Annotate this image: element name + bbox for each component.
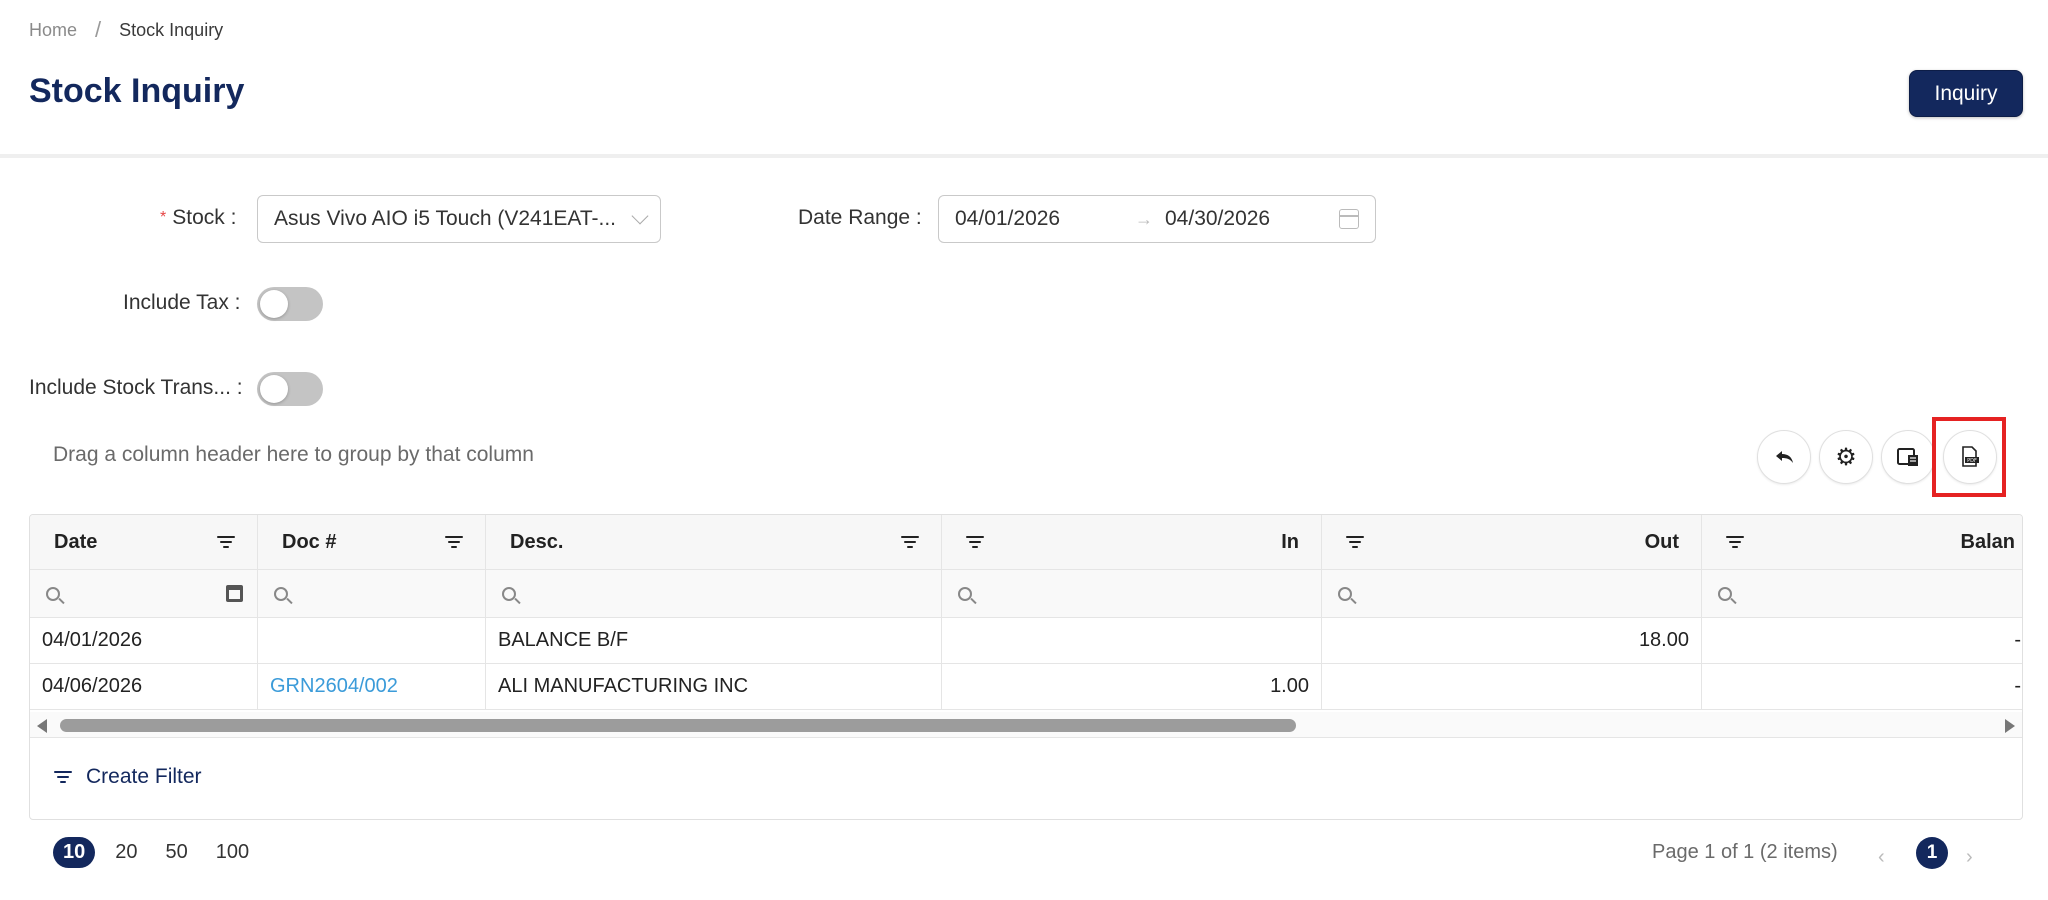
horizontal-scrollbar[interactable] [30,712,2022,738]
data-grid: Date Doc # Desc. In Out Balan 04/01/2026… [29,514,2023,820]
header-divider [0,154,2048,158]
filter-cell-balance[interactable] [1702,570,2022,617]
filter-cell-in[interactable] [942,570,1322,617]
create-filter-button[interactable]: Create Filter [54,765,202,789]
date-from-input[interactable]: 04/01/2026 [955,207,1135,231]
date-range-label: Date Range : [798,206,922,229]
highlight-box [1932,417,2006,497]
arrow-right-icon: → [1135,208,1153,229]
page-number-current[interactable]: 1 [1916,837,1948,869]
scroll-left-icon[interactable] [37,719,47,733]
column-header-doc[interactable]: Doc # [258,515,486,569]
cell-in: 1.00 [942,664,1322,709]
gear-icon: ⚙ [1835,443,1857,471]
undo-button[interactable] [1757,430,1811,484]
next-page-icon[interactable]: › [1966,846,1973,869]
breadcrumb-separator: / [95,17,102,42]
calendar-icon[interactable] [1339,209,1359,229]
page-size-option[interactable]: 100 [208,837,257,868]
include-stock-trans-toggle[interactable] [257,372,323,406]
column-header-desc[interactable]: Desc. [486,515,942,569]
filter-icon[interactable] [966,536,984,548]
cell-date: 04/01/2026 [30,618,258,663]
inquiry-button[interactable]: Inquiry [1909,70,2023,117]
cell-doc [258,618,486,663]
include-stock-trans-label: Include Stock Trans... : [29,376,243,399]
calendar-icon[interactable] [226,585,243,602]
stock-label-text: Stock : [172,206,237,229]
page-info: Page 1 of 1 (2 items) [1652,841,1838,863]
column-header-balance[interactable]: Balan [1702,515,2022,569]
page-size-selector: 10 20 50 100 [53,837,257,868]
page-size-option[interactable]: 50 [158,837,196,868]
filter-icon[interactable] [1726,536,1744,548]
column-title: Date [54,530,98,553]
include-tax-toggle[interactable] [257,287,323,321]
grid-content: Date Doc # Desc. In Out Balan 04/01/2026… [30,515,2022,710]
page-size-option[interactable]: 10 [53,837,96,868]
column-header-out[interactable]: Out [1322,515,1702,569]
chevron-down-icon [631,207,649,225]
filter-cell-out[interactable] [1322,570,1702,617]
cell-out [1322,664,1702,709]
search-icon [46,586,60,601]
column-header-in[interactable]: In [942,515,1322,569]
stock-select[interactable]: Asus Vivo AIO i5 Touch (V241EAT-... [257,195,661,243]
breadcrumb-home[interactable]: Home [29,20,77,41]
column-title: Out [1644,530,1679,553]
search-icon [958,586,972,601]
column-title: Balan [1960,530,2015,553]
filter-icon [54,771,72,783]
cell-desc: ALI MANUFACTURING INC [486,664,942,709]
search-icon [1338,586,1352,601]
cell-desc: BALANCE B/F [486,618,942,663]
filter-icon[interactable] [901,536,919,548]
scroll-right-icon[interactable] [2005,719,2015,733]
breadcrumb: Home / Stock Inquiry [29,17,223,43]
grid-filter-row [30,570,2022,618]
cell-out: 18.00 [1322,618,1702,663]
page-size-option[interactable]: 20 [107,837,145,868]
column-title: In [1281,530,1299,553]
date-to-input[interactable]: 04/30/2026 [1165,207,1339,231]
toggle-knob [260,290,288,318]
column-chooser-icon [1897,448,1918,466]
filter-icon[interactable] [217,536,235,548]
cell-date: 04/06/2026 [30,664,258,709]
stock-select-value: Asus Vivo AIO i5 Touch (V241EAT-... [274,207,617,230]
prev-page-icon[interactable]: ‹ [1878,846,1885,869]
breadcrumb-current: Stock Inquiry [119,19,224,40]
filter-cell-date[interactable] [30,570,258,617]
cell-balance: - [1702,618,2022,663]
undo-icon [1776,451,1793,463]
column-title: Desc. [510,530,564,553]
search-icon [502,586,516,601]
cell-balance: - [1702,664,2022,709]
table-row[interactable]: 04/01/2026 BALANCE B/F 18.00 - [30,618,2022,664]
filter-cell-desc[interactable] [486,570,942,617]
include-tax-label: Include Tax : [123,291,241,314]
search-icon [274,586,288,601]
column-chooser-button[interactable] [1881,430,1935,484]
column-header-date[interactable]: Date [30,515,258,569]
search-icon [1718,586,1732,601]
grid-header-row: Date Doc # Desc. In Out Balan [30,515,2022,570]
stock-label: * Stock : [160,206,236,230]
table-row[interactable]: 04/06/2026 GRN2604/002 ALI MANUFACTURING… [30,664,2022,710]
column-title: Doc # [282,530,337,553]
cell-in [942,618,1322,663]
required-mark: * [160,209,167,226]
group-panel-hint[interactable]: Drag a column header here to group by th… [53,443,534,467]
filter-icon[interactable] [445,536,463,548]
date-range-picker[interactable]: 04/01/2026 → 04/30/2026 [938,195,1376,243]
create-filter-label: Create Filter [86,765,202,788]
page-title: Stock Inquiry [29,72,245,110]
toggle-knob [260,375,288,403]
filter-icon[interactable] [1346,536,1364,548]
settings-button[interactable]: ⚙ [1819,430,1873,484]
scroll-thumb[interactable] [60,719,1296,732]
doc-link[interactable]: GRN2604/002 [258,664,486,709]
filter-cell-doc[interactable] [258,570,486,617]
